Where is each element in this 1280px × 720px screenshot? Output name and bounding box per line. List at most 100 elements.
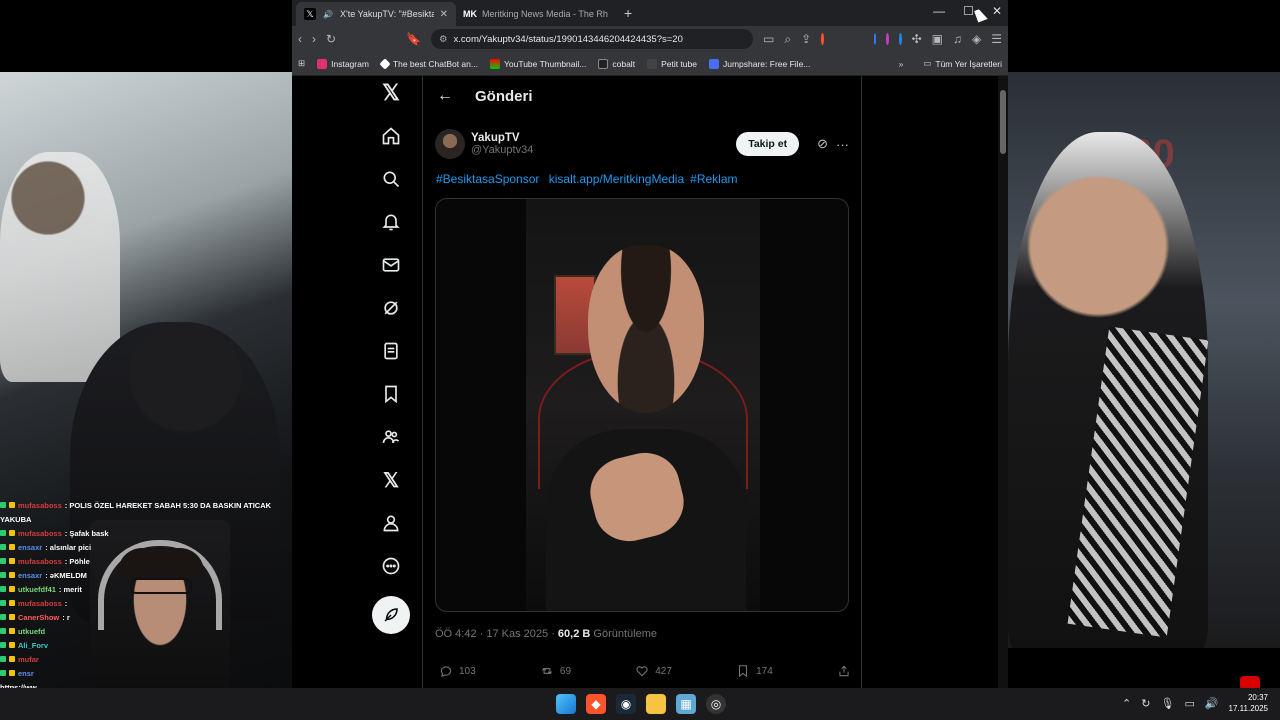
microphone-icon[interactable]: 🎙 bbox=[1160, 697, 1174, 710]
extensions-puzzle-icon[interactable]: ✣ bbox=[912, 32, 922, 46]
extension-icon[interactable] bbox=[886, 33, 889, 45]
back-arrow-icon[interactable]: ← bbox=[437, 87, 453, 105]
view-count: 60,2 B bbox=[557, 628, 591, 640]
close-tab-icon[interactable]: ✕ bbox=[440, 9, 448, 20]
extension-icon[interactable] bbox=[873, 33, 877, 45]
url-link[interactable]: kisalt.app/MeritkingMedia bbox=[549, 172, 684, 186]
tray-chevron-icon[interactable]: ⌃ bbox=[1122, 697, 1131, 710]
chat-username[interactable]: CanerShow bbox=[18, 613, 59, 622]
obs-icon[interactable]: ◎ bbox=[706, 694, 726, 714]
compose-post-button[interactable] bbox=[372, 596, 410, 634]
home-icon[interactable] bbox=[374, 119, 408, 153]
chat-username[interactable]: Ali_Forv bbox=[18, 641, 48, 650]
username[interactable]: @Yakuptv34 bbox=[471, 144, 736, 156]
chat-username[interactable]: mufar bbox=[18, 655, 39, 664]
display-name[interactable]: YakupTV bbox=[471, 132, 736, 144]
more-bookmarks-icon[interactable]: » bbox=[899, 59, 904, 69]
chat-username[interactable]: mufasaboss bbox=[18, 501, 62, 510]
maximize-icon[interactable]: ☐ bbox=[963, 4, 974, 18]
bookmark-petit-tube[interactable]: Petit tube bbox=[647, 58, 697, 69]
forward-icon[interactable]: › bbox=[312, 32, 316, 46]
file-explorer-icon[interactable] bbox=[646, 694, 666, 714]
zoom-icon[interactable]: ⌕ bbox=[784, 32, 791, 47]
chat-username[interactable]: ensaxr bbox=[18, 571, 42, 580]
chat-username[interactable]: mufasaboss bbox=[18, 599, 62, 608]
chat-username[interactable]: mufasaboss bbox=[18, 557, 62, 566]
all-bookmarks-folder[interactable]: ▭ Tüm Yer İşaretleri bbox=[923, 58, 1002, 69]
tab-meritking[interactable]: MK Meritking News Media - The Rhythm bbox=[456, 2, 616, 26]
back-icon[interactable]: ‹ bbox=[298, 32, 302, 46]
sync-icon[interactable]: ↻ bbox=[1141, 697, 1150, 710]
bookmark-instagram[interactable]: Instagram bbox=[317, 58, 369, 69]
new-tab-button[interactable]: + bbox=[624, 5, 632, 21]
sidebar-icon[interactable]: ▣ bbox=[932, 32, 943, 46]
reload-icon[interactable]: ↻ bbox=[326, 32, 336, 46]
photos-icon[interactable]: ▦ bbox=[676, 694, 696, 714]
brave-shield-icon[interactable] bbox=[821, 33, 824, 45]
clock-date: 17.11.2025 bbox=[1228, 704, 1268, 713]
chat-text: : POLIS ÖZEL HAREKET SABAH 5:30 DA BASKI… bbox=[64, 500, 272, 510]
site-info-icon[interactable]: ⚙ bbox=[439, 34, 448, 45]
reply-button[interactable]: 103 bbox=[439, 664, 476, 678]
bookmark-youtube-thumbnail[interactable]: YouTube Thumbnail... bbox=[489, 58, 586, 69]
retweet-button[interactable]: 69 bbox=[540, 664, 571, 678]
bell-icon[interactable] bbox=[374, 205, 408, 239]
hashtag-link[interactable]: #BesiktasaSponsor bbox=[436, 172, 539, 186]
communities-icon[interactable] bbox=[374, 420, 408, 454]
brave-browser-icon[interactable]: ◆ bbox=[586, 694, 606, 714]
hashtag-link[interactable]: #Reklam bbox=[690, 172, 737, 186]
bookmark-chatbot[interactable]: The best ChatBot an... bbox=[379, 57, 478, 70]
bookmark-cobalt[interactable]: cobalt bbox=[598, 58, 635, 69]
extension-icon[interactable] bbox=[898, 33, 902, 45]
window-controls: — ☐ ✕ bbox=[933, 4, 1002, 18]
chat-username[interactable]: ensr bbox=[18, 669, 34, 678]
like-button[interactable]: 427 bbox=[635, 664, 672, 678]
clock[interactable]: 20:37 17.11.2025 bbox=[1229, 692, 1268, 714]
volume-icon[interactable]: 🔊 bbox=[1205, 697, 1219, 710]
url-field[interactable]: ⚙ x.com/Yakuptv34/status/199014344620442… bbox=[431, 29, 754, 49]
display-icon[interactable]: ▭ bbox=[1184, 697, 1194, 710]
chat-username[interactable]: mufasaboss bbox=[18, 529, 62, 538]
bookmark-button[interactable]: 174 bbox=[736, 664, 773, 678]
search-icon[interactable] bbox=[374, 162, 408, 196]
premium-icon[interactable]: 𝕏 bbox=[374, 463, 408, 497]
lists-icon[interactable] bbox=[374, 334, 408, 368]
chat-username[interactable]: utkuefdf41 bbox=[18, 585, 56, 594]
page-scrollbar[interactable] bbox=[998, 76, 1008, 688]
cast-icon[interactable]: ▭ bbox=[763, 32, 774, 46]
post-date[interactable]: 17 Kas 2025 bbox=[486, 628, 548, 640]
windows-start-icon[interactable] bbox=[556, 694, 576, 714]
tab-x-post[interactable]: 𝕏 🔊 X'te YakupTV: "#BesiktasaSpo ✕ bbox=[296, 2, 456, 26]
more-options-icon[interactable]: ··· bbox=[836, 137, 849, 152]
profile-icon[interactable] bbox=[374, 506, 408, 540]
more-icon[interactable] bbox=[374, 549, 408, 583]
steam-icon[interactable]: ◉ bbox=[616, 694, 636, 714]
video-frame[interactable] bbox=[526, 199, 760, 611]
grok-icon[interactable]: ⊘ bbox=[817, 136, 828, 152]
avatar[interactable] bbox=[435, 129, 465, 159]
minimize-icon[interactable]: — bbox=[933, 4, 945, 18]
bookmark-page-icon[interactable]: 🔖 bbox=[406, 32, 421, 46]
menu-icon[interactable]: ☰ bbox=[991, 32, 1002, 46]
share-icon[interactable]: ⇪ bbox=[801, 32, 811, 46]
bookmark-jumpshare[interactable]: Jumpshare: Free File... bbox=[708, 58, 810, 69]
music-icon[interactable]: ♫ bbox=[953, 32, 962, 46]
video-person bbox=[0, 152, 120, 382]
chat-username[interactable]: ensaxr bbox=[18, 543, 42, 552]
apps-grid-icon[interactable]: ⊞ bbox=[298, 58, 305, 69]
mail-icon[interactable] bbox=[374, 248, 408, 282]
x-logo-icon[interactable]: 𝕏 bbox=[374, 76, 408, 110]
follow-button[interactable]: Takip et bbox=[736, 132, 800, 156]
share-icon bbox=[839, 665, 849, 677]
scrollbar-thumb[interactable] bbox=[1000, 90, 1006, 154]
grok-icon[interactable] bbox=[374, 291, 408, 325]
post-time[interactable]: ÖÖ 4:42 bbox=[435, 628, 477, 640]
share-button[interactable] bbox=[837, 664, 851, 678]
stream-chat: mufasaboss: POLIS ÖZEL HAREKET SABAH 5:3… bbox=[0, 498, 280, 720]
close-window-icon[interactable]: ✕ bbox=[992, 4, 1002, 18]
vpn-icon[interactable]: ◈ bbox=[972, 32, 981, 46]
chat-username[interactable]: utkuefd bbox=[18, 627, 45, 636]
bookmark-icon[interactable] bbox=[374, 377, 408, 411]
speaker-icon[interactable]: 🔊 bbox=[322, 8, 334, 20]
post-video[interactable] bbox=[435, 198, 849, 612]
